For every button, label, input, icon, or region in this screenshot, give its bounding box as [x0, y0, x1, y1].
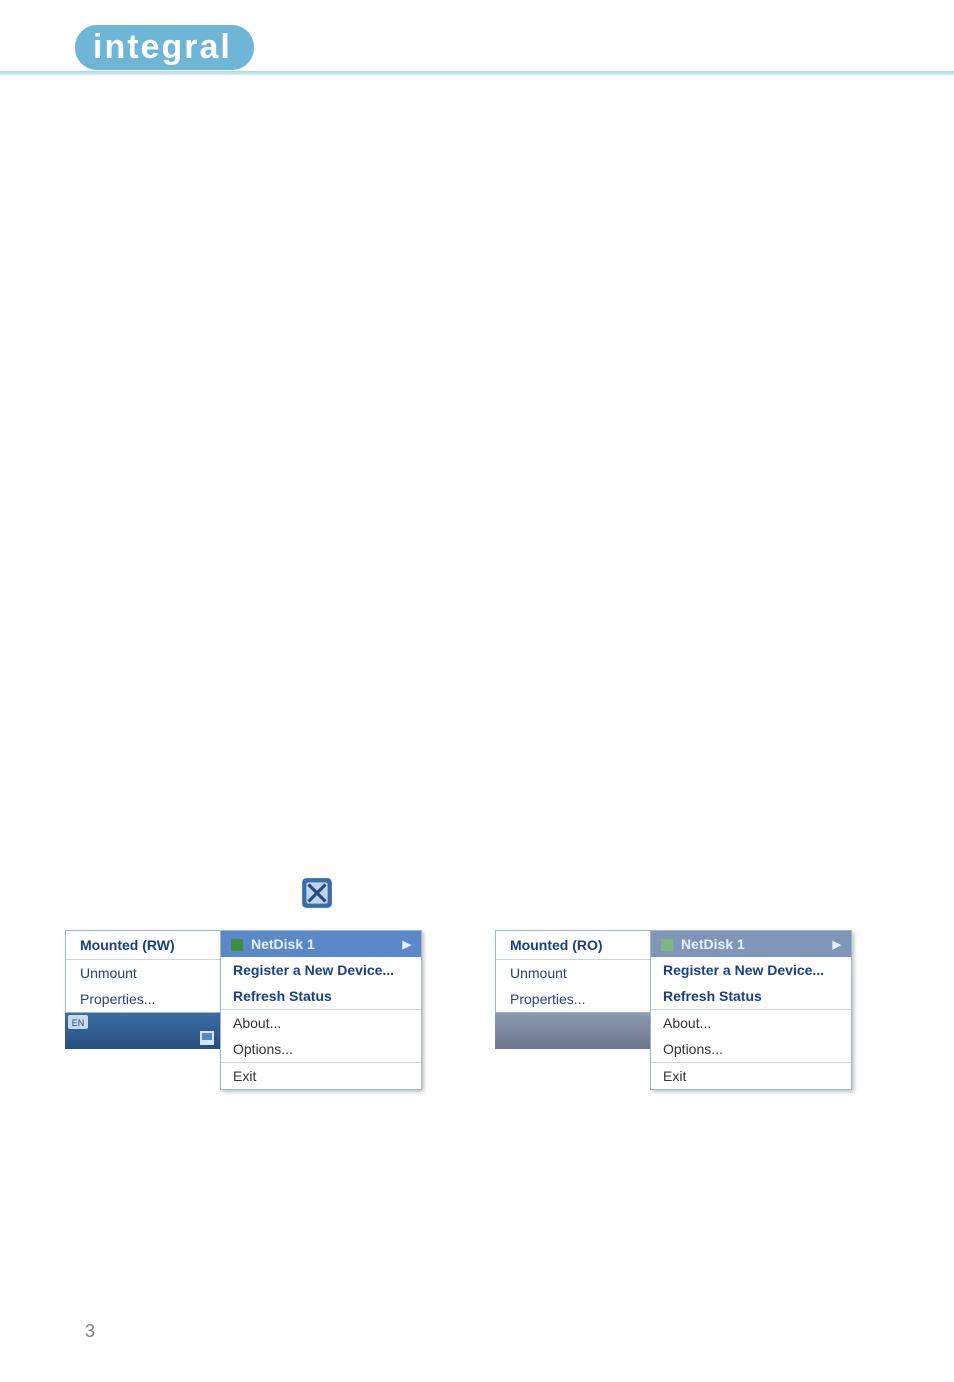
rw-device-entry[interactable]: NetDisk 1 ▶ [221, 931, 421, 957]
page-number: 3 [85, 1321, 95, 1342]
ro-options[interactable]: Options... [651, 1036, 851, 1062]
ro-exit[interactable]: Exit [651, 1063, 851, 1089]
rw-device-label: NetDisk 1 [251, 936, 315, 952]
rw-refresh-status[interactable]: Refresh Status [221, 983, 421, 1009]
ro-context-menu-figure: Mounted (RO) Unmount Properties... NetDi… [495, 930, 855, 1049]
ro-status-header: Mounted (RO) [496, 931, 651, 960]
rw-status-header: Mounted (RW) [66, 931, 221, 960]
ro-properties[interactable]: Properties... [496, 986, 651, 1012]
rw-register-device[interactable]: Register a New Device... [221, 957, 421, 983]
language-indicator-icon: EN [68, 1015, 88, 1033]
ro-refresh-status[interactable]: Refresh Status [651, 983, 851, 1009]
rw-taskbar-strip: EN [65, 1013, 220, 1049]
chevron-right-icon: ▶ [833, 938, 841, 951]
rw-exit[interactable]: Exit [221, 1063, 421, 1089]
rw-options[interactable]: Options... [221, 1036, 421, 1062]
ro-register-device[interactable]: Register a New Device... [651, 957, 851, 983]
ro-submenu: NetDisk 1 ▶ Register a New Device... Ref… [650, 930, 852, 1090]
rw-properties[interactable]: Properties... [66, 986, 221, 1012]
header-rule [0, 71, 954, 75]
rw-context-menu-figure: Mounted (RW) Unmount Properties... EN Ne… [65, 930, 425, 1049]
rw-about[interactable]: About... [221, 1010, 421, 1036]
svg-text:EN: EN [72, 1018, 85, 1028]
rw-primary-menu: Mounted (RW) Unmount Properties... [65, 930, 222, 1013]
ro-taskbar-strip [495, 1013, 650, 1049]
ro-unmount[interactable]: Unmount [496, 960, 651, 986]
ro-device-label: NetDisk 1 [681, 936, 745, 952]
rw-unmount[interactable]: Unmount [66, 960, 221, 986]
tray-app-icon [300, 876, 334, 910]
chevron-right-icon: ▶ [403, 938, 411, 951]
ro-primary-menu: Mounted (RO) Unmount Properties... [495, 930, 652, 1013]
rw-submenu: NetDisk 1 ▶ Register a New Device... Ref… [220, 930, 422, 1090]
ro-device-entry[interactable]: NetDisk 1 ▶ [651, 931, 851, 957]
ro-about[interactable]: About... [651, 1010, 851, 1036]
document-page: integral Mounted (RW) Unmount Properties… [0, 0, 954, 1382]
device-status-icon [661, 938, 673, 950]
brand-logo: integral [75, 45, 254, 62]
page-header: integral [0, 25, 954, 70]
show-desktop-icon [200, 1031, 214, 1045]
brand-logo-text: integral [75, 25, 254, 70]
device-status-icon [231, 938, 243, 950]
